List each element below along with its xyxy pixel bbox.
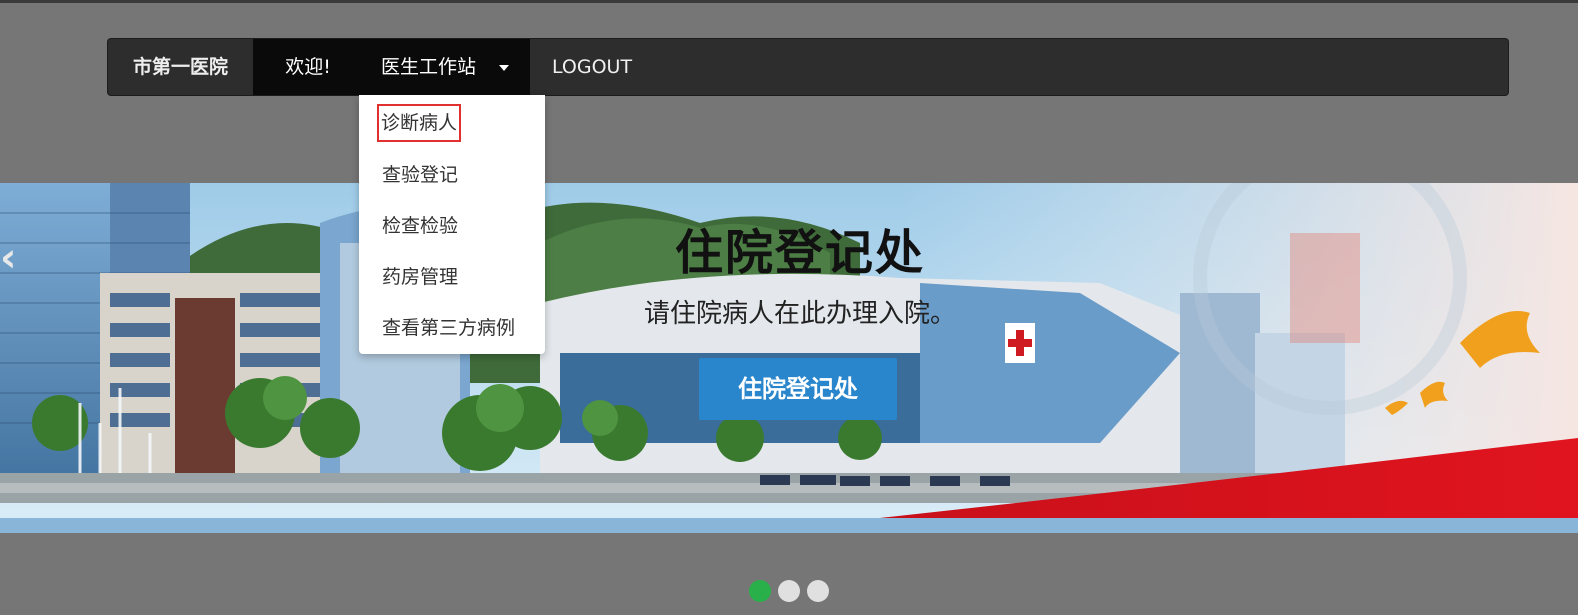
- doctor-workstation-menu: 诊断病人 查验登记 检查检验 药房管理 查看第三方病例: [359, 95, 545, 354]
- navbar: 市第一医院 欢迎! 医生工作站 LOGOUT: [108, 39, 1508, 95]
- menu-item-examination[interactable]: 检查检验: [382, 211, 458, 241]
- brand-name[interactable]: 市第一医院: [108, 39, 253, 95]
- carousel-indicator-3[interactable]: [807, 580, 829, 602]
- nav-welcome[interactable]: 欢迎!: [253, 39, 363, 95]
- nav-doctor-workstation-dropdown[interactable]: 医生工作站: [363, 39, 530, 95]
- menu-item-diagnose-patient[interactable]: 诊断病人: [376, 104, 462, 142]
- menu-item-pharmacy[interactable]: 药房管理: [382, 262, 458, 292]
- hero-carousel: ‹ 住院登记处 请住院病人在此办理入院。 住院登记处: [0, 183, 1578, 533]
- menu-item-third-party-cases[interactable]: 查看第三方病例: [382, 313, 515, 343]
- inpatient-registration-button[interactable]: 住院登记处: [699, 358, 897, 420]
- menu-item-lab-registration[interactable]: 查验登记: [382, 160, 458, 190]
- top-border: [0, 0, 1578, 3]
- chevron-left-icon[interactable]: ‹: [0, 238, 30, 278]
- carousel-indicator-2[interactable]: [778, 580, 800, 602]
- caret-down-icon: [499, 65, 509, 71]
- logout-link[interactable]: LOGOUT: [552, 39, 632, 95]
- carousel-subtitle: 请住院病人在此办理入院。: [643, 299, 956, 329]
- nav-doctor-workstation-label: 医生工作站: [381, 56, 477, 78]
- carousel-indicator-1[interactable]: [749, 580, 771, 602]
- carousel-title: 住院登记处: [674, 225, 925, 281]
